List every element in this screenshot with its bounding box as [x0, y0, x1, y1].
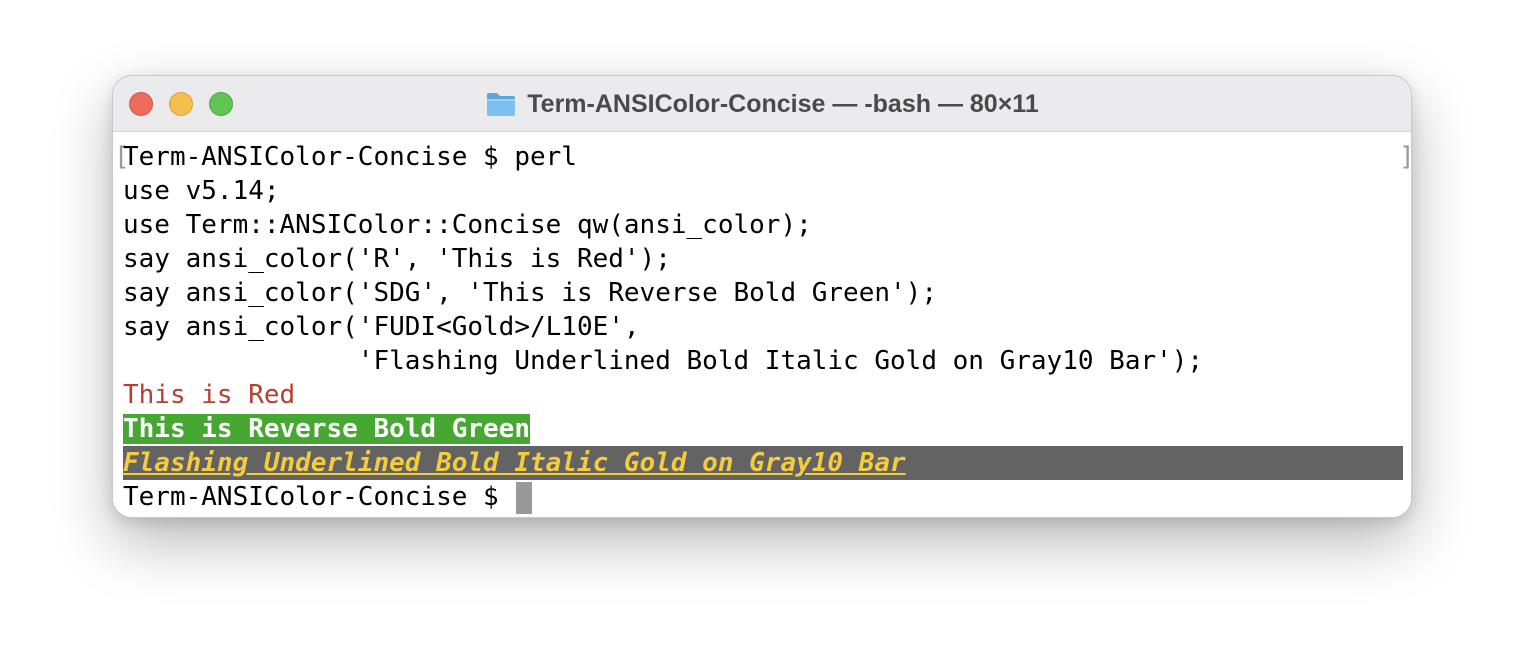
terminal-line: say ansi_color('SDG', 'This is Reverse B… [123, 278, 937, 308]
output-gold-line: Flashing Underlined Bold Italic Gold on … [123, 448, 906, 478]
terminal-line: say ansi_color('FUDI<Gold>/L10E', [123, 312, 640, 342]
output-red-line: This is Red [123, 380, 296, 410]
terminal-line: use v5.14; [123, 176, 280, 206]
scroll-mark-right: ] [1399, 140, 1411, 174]
window-title-group: Term-ANSIColor-Concise — -bash — 80×11 [113, 76, 1411, 132]
terminal-line: 'Flashing Underlined Bold Italic Gold on… [123, 346, 1204, 376]
terminal-window: Term-ANSIColor-Concise — -bash — 80×11 [… [112, 75, 1412, 518]
output-green-line: This is Reverse Bold Green [123, 412, 530, 446]
terminal-line: say ansi_color('R', 'This is Red'); [123, 244, 671, 274]
window-title: Term-ANSIColor-Concise — -bash — 80×11 [527, 89, 1039, 118]
title-bar[interactable]: Term-ANSIColor-Concise — -bash — 80×11 [113, 76, 1411, 132]
terminal-content[interactable]: [ ] Term-ANSIColor-Concise $ perl use v5… [113, 132, 1411, 517]
prompt-line[interactable]: Term-ANSIColor-Concise $ [123, 480, 533, 514]
prompt-text: Term-ANSIColor-Concise $ [123, 482, 515, 512]
text-cursor [516, 481, 533, 514]
folder-icon [485, 90, 517, 118]
terminal-line: use Term::ANSIColor::Concise qw(ansi_col… [123, 210, 812, 240]
output-green-text: This is Reverse Bold Green [123, 414, 530, 444]
terminal-line: Term-ANSIColor-Concise $ perl [123, 142, 577, 172]
